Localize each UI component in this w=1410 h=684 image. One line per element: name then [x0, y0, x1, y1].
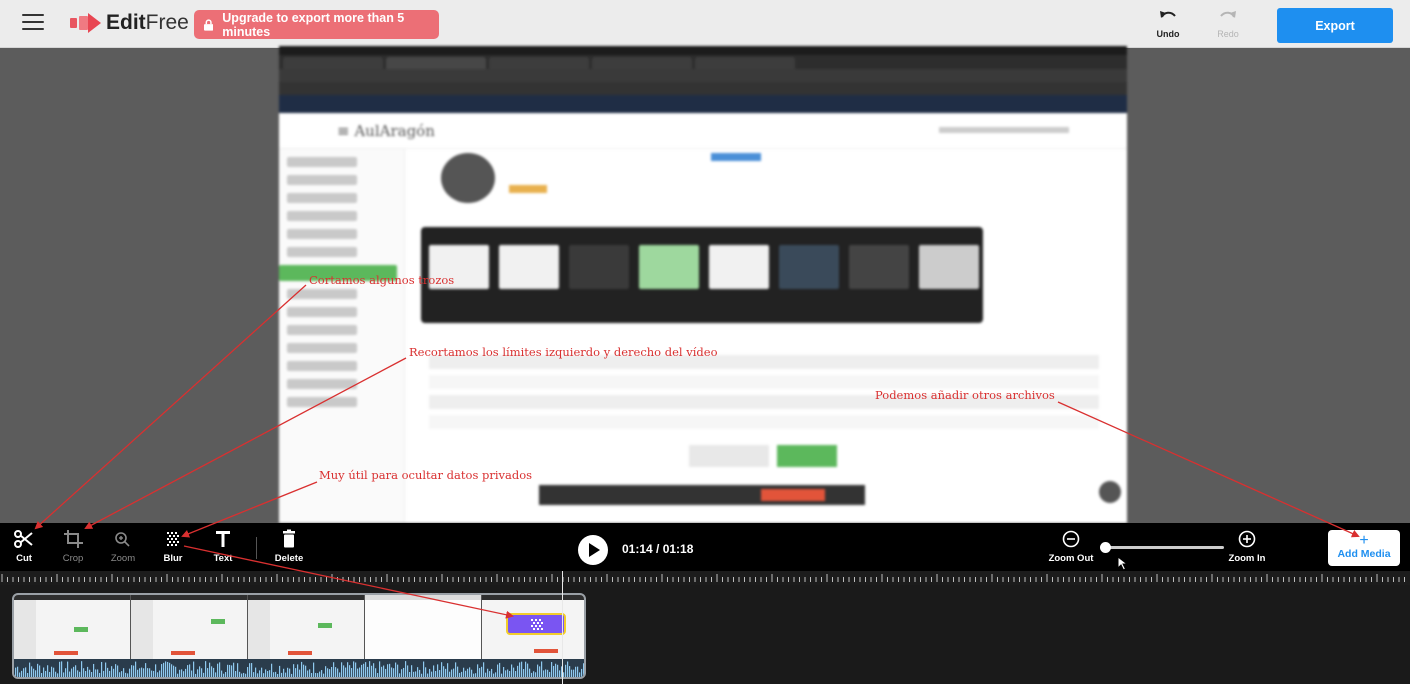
- clip-frame: [248, 595, 365, 659]
- scissors-icon: [14, 530, 33, 548]
- zoom-slider[interactable]: [1100, 542, 1226, 553]
- top-bar: EditFree Upgrade to export more than 5 m…: [0, 0, 1410, 48]
- redo-button[interactable]: Redo: [1208, 8, 1248, 42]
- zoom-in-label: Zoom In: [1228, 553, 1266, 564]
- text-tool[interactable]: Text: [210, 529, 236, 564]
- recorded-site-body: [279, 149, 1127, 523]
- lock-icon: [204, 18, 214, 31]
- zoom-slider-track: [1104, 546, 1224, 549]
- annotation-add-media: Podemos añadir otros archivos: [875, 388, 1055, 402]
- video-track-clip[interactable]: [12, 593, 586, 679]
- editor-app: EditFree Upgrade to export more than 5 m…: [0, 0, 1410, 684]
- zoom-slider-knob[interactable]: [1100, 542, 1111, 553]
- arrow-to-cut: [34, 284, 307, 530]
- crop-icon: [64, 530, 83, 548]
- blur-grid-icon: [531, 619, 543, 630]
- crop-label: Crop: [62, 553, 84, 564]
- audio-waveform: [14, 659, 584, 677]
- redo-icon: [1220, 11, 1236, 18]
- text-label: Text: [213, 553, 233, 564]
- hamburger-icon[interactable]: [22, 14, 44, 34]
- recorded-site-logo: ≡ AulAragón: [337, 122, 435, 140]
- playhead[interactable]: [562, 571, 563, 684]
- recorded-content: [405, 149, 1127, 523]
- recorded-os-bar: [279, 46, 1127, 55]
- minus-circle-icon: [1062, 530, 1080, 548]
- editfree-logo-icon: [70, 13, 101, 33]
- add-media-plus-icon: +: [1359, 532, 1369, 549]
- undo-label: Undo: [1156, 29, 1180, 39]
- upgrade-label: Upgrade to export more than 5 minutes: [222, 10, 405, 39]
- mouse-cursor-icon: [1117, 556, 1129, 571]
- export-button[interactable]: Export: [1277, 8, 1393, 43]
- zoom-out-label: Zoom Out: [1048, 553, 1094, 564]
- toolbar-divider: [256, 537, 257, 559]
- zoom-tool[interactable]: Zoom: [107, 529, 139, 564]
- recorded-sidebar: [279, 149, 405, 523]
- recorded-site-header: ≡ AulAragón: [279, 113, 1127, 149]
- upgrade-button[interactable]: Upgrade to export more than 5 minutes: [194, 10, 439, 39]
- play-button[interactable]: [578, 535, 608, 565]
- text-icon: [216, 531, 230, 547]
- crop-tool[interactable]: Crop: [58, 529, 88, 564]
- zoom-in-button[interactable]: Zoom In: [1226, 529, 1268, 564]
- trash-icon: [283, 529, 295, 548]
- blur-effect-clip[interactable]: [506, 613, 566, 635]
- zoom-label: Zoom: [110, 553, 136, 564]
- recorded-url-bar: [279, 69, 1127, 82]
- add-media-label: Add Media: [1337, 548, 1391, 560]
- blur-label: Blur: [163, 553, 183, 564]
- zoom-out-button[interactable]: Zoom Out: [1048, 529, 1094, 564]
- annotation-crop: Recortamos los límites izquierdo y derec…: [409, 345, 718, 359]
- clip-frame: [365, 595, 482, 659]
- play-icon: [589, 543, 600, 557]
- timeline: [0, 585, 1410, 684]
- timeline-ruler[interactable]: [0, 571, 1410, 585]
- plus-circle-icon: [1238, 530, 1256, 548]
- time-display: 01:14 / 01:18: [622, 542, 694, 556]
- blur-tool[interactable]: Blur: [160, 529, 186, 564]
- app-logo[interactable]: EditFree: [70, 10, 189, 36]
- annotation-cut: Cortamos algunos trozos: [309, 273, 455, 287]
- clip-frame: [14, 595, 131, 659]
- cut-label: Cut: [16, 553, 32, 564]
- recorded-browser-tabs: [279, 55, 1127, 69]
- cut-tool[interactable]: Cut: [10, 529, 38, 564]
- blur-grid-icon: [167, 532, 179, 546]
- redo-label: Redo: [1217, 29, 1239, 39]
- annotation-blur: Muy útil para ocultar datos privados: [319, 468, 533, 482]
- app-name: EditFree: [106, 11, 189, 34]
- delete-tool[interactable]: Delete: [272, 529, 306, 564]
- recorded-bookmarks-bar: [279, 82, 1127, 95]
- undo-icon: [1160, 11, 1176, 18]
- clip-frame: [131, 595, 248, 659]
- undo-button[interactable]: Undo: [1148, 8, 1188, 42]
- add-media-button[interactable]: + Add Media: [1328, 530, 1400, 566]
- zoom-icon: [115, 532, 130, 547]
- recorded-site-topbar: [279, 95, 1127, 113]
- delete-label: Delete: [274, 553, 304, 564]
